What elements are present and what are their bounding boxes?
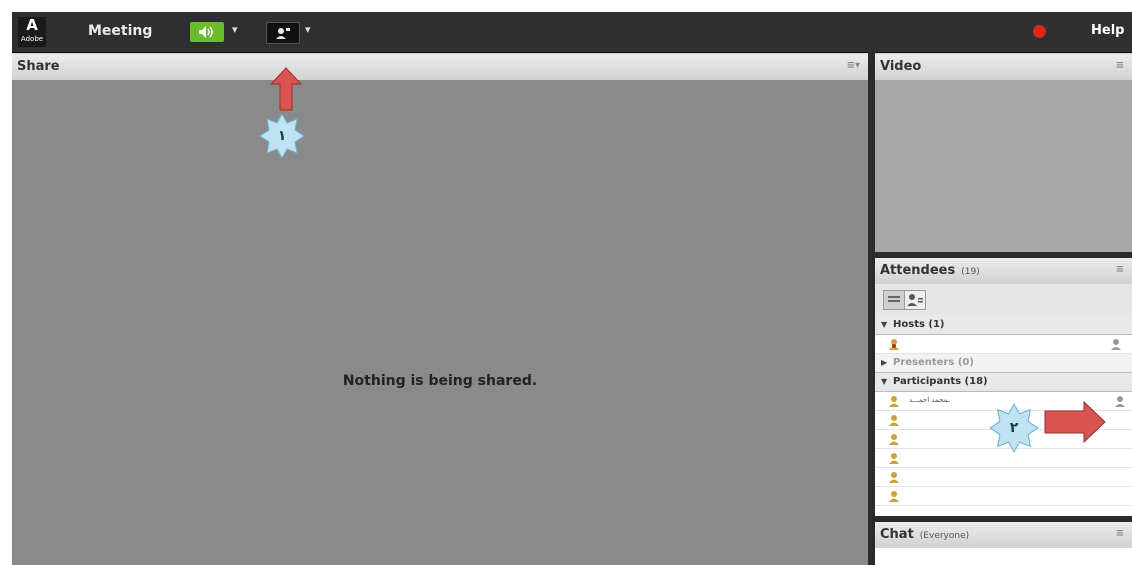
- adobe-connect-app: A Adobe Meeting ▾ ▾ Help Share ≡▾ Nothin…: [12, 12, 1132, 565]
- user-status-icon: [907, 294, 923, 306]
- host-user-icon: [889, 339, 899, 350]
- host-row[interactable]: [875, 335, 1132, 354]
- webcam-button[interactable]: [266, 22, 300, 44]
- expand-triangle-icon: ▼: [881, 320, 888, 329]
- participants-section[interactable]: ▼ Participants (18): [875, 373, 1132, 392]
- annotation-up-arrow: [270, 67, 302, 111]
- expand-triangle-icon: ▼: [881, 377, 888, 386]
- chat-scope: (Everyone): [919, 531, 970, 541]
- speaker-icon: [199, 26, 213, 38]
- participant-row[interactable]: [875, 487, 1132, 506]
- raise-hand-icon[interactable]: [1115, 395, 1127, 407]
- attendees-pod-header: Attendees (19) ≡: [875, 258, 1132, 285]
- presenters-section[interactable]: ▶ Presenters (0): [875, 354, 1132, 373]
- hosts-label: Hosts (1): [893, 319, 945, 330]
- attendees-count: (19): [961, 267, 980, 277]
- marker-1-number: ١: [277, 128, 287, 144]
- speaker-button[interactable]: [190, 22, 224, 42]
- chat-area: [875, 548, 1132, 565]
- video-area: [875, 80, 1132, 252]
- share-pod-title: Share: [17, 59, 60, 74]
- marker-2-number: ٢: [1009, 420, 1019, 436]
- chat-title-text: Chat: [880, 527, 914, 542]
- top-menu-bar: A Adobe Meeting ▾ ▾ Help: [12, 12, 1132, 53]
- share-pod-menu-icon[interactable]: ≡▾: [847, 60, 860, 71]
- list-view-button[interactable]: [883, 290, 905, 310]
- video-pod-title: Video: [880, 59, 922, 74]
- set-user-status-button[interactable]: [904, 290, 926, 310]
- webcam-dropdown[interactable]: ▾: [305, 23, 311, 36]
- record-indicator-icon[interactable]: [1033, 25, 1046, 38]
- list-view-icon: [888, 296, 900, 302]
- participant-user-icon: [889, 472, 899, 483]
- attendees-title-text: Attendees: [880, 263, 956, 278]
- video-pod-header: Video ≡: [875, 54, 1132, 81]
- participants-label: Participants (18): [893, 376, 988, 387]
- share-pod-header: Share ≡▾: [12, 54, 868, 81]
- speaker-dropdown[interactable]: ▾: [232, 23, 238, 36]
- participant-user-icon: [889, 491, 899, 502]
- attendees-pod-title: Attendees (19): [880, 263, 980, 278]
- participant-row[interactable]: [875, 468, 1132, 487]
- collapse-triangle-icon: ▶: [881, 358, 888, 367]
- video-pod-menu-icon[interactable]: ≡: [1116, 60, 1124, 71]
- participant-user-icon: [889, 415, 899, 426]
- empty-share-message: Nothing is being shared.: [342, 373, 538, 389]
- webcam-user-icon: [276, 28, 290, 39]
- participant-name: ـمحمد احمـــد: [909, 396, 950, 404]
- chat-pod-header: Chat (Everyone) ≡: [875, 522, 1132, 549]
- participant-user-icon: [889, 434, 899, 445]
- meeting-menu[interactable]: Meeting: [88, 23, 152, 39]
- chat-pod-menu-icon[interactable]: ≡: [1116, 528, 1124, 539]
- attendees-pod-menu-icon[interactable]: ≡: [1116, 264, 1124, 275]
- presenters-label: Presenters (0): [893, 357, 974, 368]
- participant-user-icon: [889, 396, 899, 407]
- adobe-logo: A Adobe: [18, 17, 46, 47]
- annotation-right-arrow: [1044, 401, 1106, 443]
- participant-user-icon: [889, 453, 899, 464]
- share-content-area: Nothing is being shared.: [12, 80, 868, 565]
- logo-text: Adobe: [20, 35, 44, 43]
- attendees-toolbar: [875, 284, 1132, 317]
- pod-divider-vertical[interactable]: [868, 52, 875, 565]
- hosts-section[interactable]: ▼ Hosts (1): [875, 316, 1132, 335]
- logo-mark: A: [26, 16, 38, 34]
- webcam-status-icon: [1111, 339, 1121, 350]
- annotation-marker-1: ١: [258, 112, 306, 160]
- chat-pod-title: Chat (Everyone): [880, 527, 969, 542]
- help-menu[interactable]: Help: [1091, 23, 1124, 38]
- attendees-list: ▼ Hosts (1) ▶ Presenters (0) ▼ Participa…: [875, 284, 1132, 516]
- annotation-marker-2: ٢: [988, 402, 1040, 454]
